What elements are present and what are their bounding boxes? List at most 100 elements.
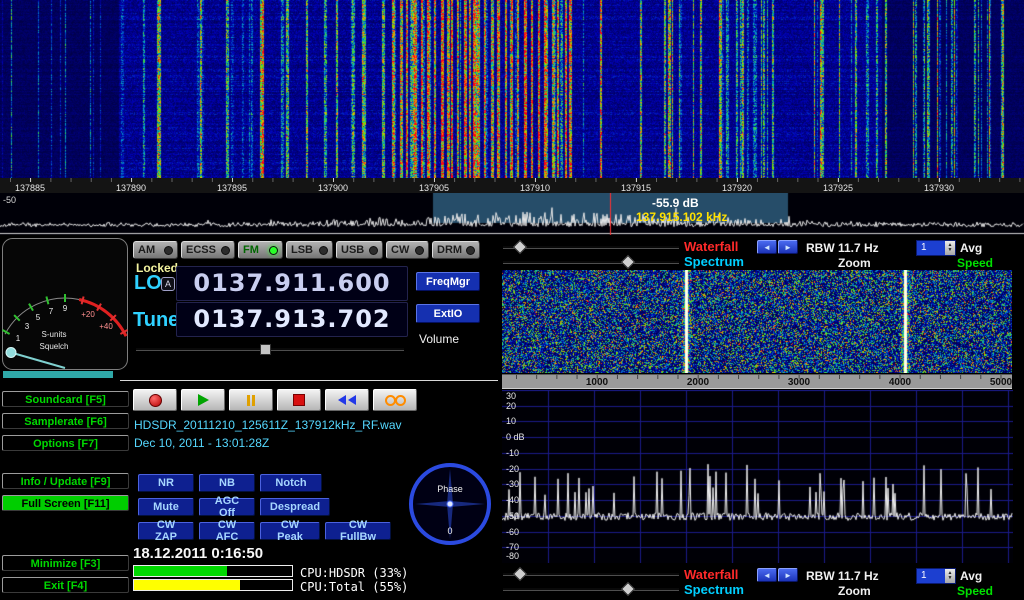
- shift-right-arrow-bottom[interactable]: ►: [778, 568, 798, 582]
- mode-button-drm[interactable]: DRM: [432, 241, 480, 259]
- slider-thumb[interactable]: [513, 240, 527, 254]
- squelch-knob[interactable]: [6, 348, 16, 358]
- record-icon: [149, 394, 162, 407]
- mode-led: [415, 246, 424, 255]
- waterfall-contrast-slider-top[interactable]: [503, 240, 679, 253]
- minimize-button[interactable]: Minimize [F3]: [2, 555, 129, 571]
- avg-select-bottom[interactable]: 1 ▲▼: [916, 568, 956, 584]
- nr-button[interactable]: NR: [138, 474, 194, 492]
- overview-spectrum-display[interactable]: [0, 193, 1024, 235]
- frequency-scale[interactable]: 137885 137890 137895 137900 137905 13791…: [0, 178, 1024, 193]
- cpu-total-text: CPU:Total (55%): [300, 580, 408, 594]
- pause-icon: [247, 395, 250, 406]
- cw-zap-button[interactable]: CW ZAP: [138, 522, 194, 540]
- cw-fullbw-button[interactable]: CW FullBw: [325, 522, 391, 540]
- stop-button[interactable]: [277, 389, 321, 411]
- freq-tick-label: 137900: [311, 183, 355, 193]
- s-meter-number: 1: [16, 334, 21, 343]
- s-meter-number: 9: [63, 304, 68, 313]
- separator-line: [120, 380, 498, 381]
- waterfall-shift-arrows-bottom: ◄ ►: [757, 568, 798, 582]
- date-time-display: 18.12.2011 0:16:50: [133, 545, 263, 562]
- zoom-slider-bottom[interactable]: [503, 582, 679, 595]
- audio-waterfall-display[interactable]: [502, 270, 1012, 373]
- cpu-hdsdr-text: CPU:HDSDR (33%): [300, 566, 408, 580]
- mode-led: [221, 246, 230, 255]
- options-button[interactable]: Options [F7]: [2, 435, 129, 451]
- s-meter-number: 7: [49, 307, 54, 316]
- tune-label: Tune: [133, 309, 179, 332]
- waterfall-label-top: Waterfall: [684, 239, 738, 254]
- pause-button[interactable]: [229, 389, 273, 411]
- waterfall-contrast-slider-bottom[interactable]: [503, 567, 679, 580]
- audio-spectrum-display[interactable]: [502, 390, 1013, 563]
- despread-button[interactable]: Despread: [260, 498, 330, 516]
- shift-left-arrow-bottom[interactable]: ◄: [757, 568, 777, 582]
- avg-select-top[interactable]: 1 ▲▼: [916, 240, 956, 256]
- waterfall-label-bottom: Waterfall: [684, 567, 738, 582]
- mode-button-ecss[interactable]: ECSS: [181, 241, 235, 259]
- playback-controls: [133, 389, 417, 411]
- mode-button-am[interactable]: AM: [133, 241, 178, 259]
- shift-right-arrow-top[interactable]: ►: [778, 240, 798, 254]
- audio-scale-label: 1000: [577, 377, 617, 388]
- nb-button[interactable]: NB: [199, 474, 255, 492]
- cpu-hdsdr-bar: [133, 565, 293, 577]
- record-button[interactable]: [133, 389, 177, 411]
- play-button[interactable]: [181, 389, 225, 411]
- slider-thumb[interactable]: [621, 582, 635, 596]
- hdsdr-window: 137885 137890 137895 137900 137905 13791…: [0, 0, 1024, 600]
- select-scrollbar[interactable]: ▲▼: [945, 569, 955, 583]
- speed-label-top: Speed: [957, 256, 993, 270]
- waterfall-shift-arrows-top: ◄ ►: [757, 240, 798, 254]
- stop-icon: [293, 394, 305, 406]
- lo-a-badge[interactable]: A: [161, 277, 175, 291]
- db-axis-label: -40: [506, 495, 519, 505]
- agc-off-button[interactable]: AGC Off: [199, 498, 255, 516]
- info-update-button[interactable]: Info / Update [F9]: [2, 473, 129, 489]
- exit-button[interactable]: Exit [F4]: [2, 577, 129, 593]
- volume-label: Volume: [419, 332, 459, 346]
- zoom-slider-top[interactable]: [503, 255, 679, 268]
- mode-led: [269, 246, 278, 255]
- freqmgr-button[interactable]: FreqMgr: [416, 272, 480, 291]
- tune-frequency-display[interactable]: 0137.913.702: [176, 302, 408, 337]
- slider-thumb[interactable]: [513, 567, 527, 581]
- soundcard-button[interactable]: Soundcard [F5]: [2, 391, 129, 407]
- shift-left-arrow-top[interactable]: ◄: [757, 240, 777, 254]
- mode-button-cw[interactable]: CW: [386, 241, 429, 259]
- rewind-button[interactable]: [325, 389, 369, 411]
- spectrum-label-top: Spectrum: [684, 254, 744, 269]
- extio-button[interactable]: ExtIO: [416, 304, 480, 323]
- lo-frequency-display[interactable]: 0137.911.600: [176, 266, 408, 301]
- squelch-level-bar[interactable]: [3, 371, 113, 378]
- db-axis-label: 0 dB: [506, 432, 525, 442]
- phase-center-dot: [447, 501, 453, 507]
- select-scrollbar[interactable]: ▲▼: [945, 241, 955, 255]
- squelch-label: Squelch: [40, 342, 69, 351]
- cpu-hdsdr-bar-fill: [134, 566, 227, 576]
- cursor-frequency-readout: 137.915.102 kHz: [636, 210, 727, 224]
- zoom-label-bottom: Zoom: [838, 584, 871, 598]
- loop-button[interactable]: [373, 389, 417, 411]
- slider-thumb[interactable]: [621, 255, 635, 269]
- fullscreen-button[interactable]: Full Screen [F11]: [2, 495, 129, 511]
- phase-dial[interactable]: Phase 0: [407, 461, 493, 547]
- cw-afc-button[interactable]: CW AFC: [199, 522, 255, 540]
- audio-scale-label: 2000: [678, 377, 718, 388]
- freq-tick-label: 137885: [8, 183, 52, 193]
- volume-slider-thumb[interactable]: [260, 344, 271, 355]
- main-waterfall-display[interactable]: [0, 0, 1024, 178]
- mute-button[interactable]: Mute: [138, 498, 194, 516]
- samplerate-button[interactable]: Samplerate [F6]: [2, 413, 129, 429]
- mode-button-lsb[interactable]: LSB: [286, 241, 333, 259]
- audio-scale-label: 5000: [981, 377, 1021, 388]
- loop-icon: [385, 395, 396, 406]
- db-axis-label: -30: [506, 479, 519, 489]
- s-meter[interactable]: 1 3 5 7 9 +20 +40 S-units Squelch: [2, 238, 128, 370]
- volume-slider[interactable]: [136, 342, 404, 355]
- notch-button[interactable]: Notch: [260, 474, 322, 492]
- mode-button-usb[interactable]: USB: [336, 241, 383, 259]
- mode-button-fm[interactable]: FM: [238, 241, 283, 259]
- cw-peak-button[interactable]: CW Peak: [260, 522, 320, 540]
